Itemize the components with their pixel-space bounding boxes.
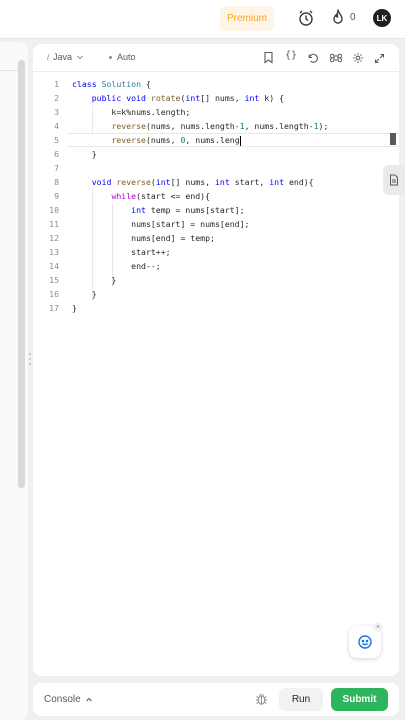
language-selector[interactable]: i Java	[47, 52, 84, 62]
settings-icon[interactable]	[352, 51, 364, 69]
code-line: 9 while(start <= end){	[54, 191, 211, 201]
code-line: 4 reverse(nums, nums.length-1, nums.leng…	[54, 121, 329, 131]
bookmark-icon[interactable]	[263, 51, 274, 69]
code-area[interactable]: 1 class Solution { 2 public void rotate(i…	[33, 77, 399, 315]
code-editor-panel: i Java Auto {} 1 class Solution { 2 publ…	[33, 44, 399, 676]
bug-icon[interactable]	[255, 692, 268, 711]
panel-resize-handle[interactable]	[29, 352, 31, 366]
code-line: 16 }	[49, 289, 97, 299]
braces-icon[interactable]: {}	[285, 50, 297, 61]
fire-icon[interactable]	[330, 8, 346, 32]
code-line: 12 nums[end] = temp;	[49, 233, 215, 243]
run-button[interactable]: Run	[279, 688, 323, 711]
code-line: 6 }	[54, 149, 97, 159]
code-line: 15 }	[49, 275, 117, 285]
code-line: 1 class Solution {	[54, 79, 151, 89]
code-line: 11 nums[start] = nums[end];	[49, 219, 250, 229]
code-line: 2 public void rotate(int[] nums, int k) …	[54, 93, 285, 103]
description-scrollbar[interactable]	[18, 60, 25, 488]
language-label: Java	[53, 52, 73, 62]
close-icon[interactable]: ×	[373, 622, 383, 632]
code-line: 17}	[49, 303, 77, 313]
bottom-action-bar: Console Run Submit	[33, 683, 399, 716]
submit-button[interactable]: Submit	[331, 688, 388, 711]
text-cursor	[239, 135, 241, 146]
premium-button[interactable]: Premium	[220, 6, 274, 31]
streak-count: 0	[350, 12, 356, 23]
chat-icon	[358, 635, 372, 649]
code-line: 7	[54, 163, 59, 173]
command-icon[interactable]	[329, 51, 343, 69]
reset-icon[interactable]	[307, 51, 319, 69]
top-bar: Premium 0 LK	[0, 0, 405, 39]
editor-toolbar: i Java Auto {}	[33, 44, 399, 72]
code-line-active: 5 reverse(nums, 0, nums.leng	[33, 133, 399, 147]
console-toggle[interactable]: Console	[44, 694, 93, 705]
mode-dot-icon	[109, 55, 112, 59]
mode-label: Auto	[117, 52, 136, 62]
scrollbar-position-marker[interactable]	[390, 133, 396, 145]
expand-icon[interactable]	[374, 51, 385, 69]
avatar[interactable]: LK	[373, 9, 391, 27]
code-line: 3 k=k%nums.length;	[54, 107, 191, 117]
code-line: 8 void reverse(int[] nums, int start, in…	[54, 177, 314, 187]
code-line: 14 end--;	[49, 261, 161, 271]
code-line: 10 int temp = nums[start];	[49, 205, 245, 215]
chevron-up-icon	[85, 697, 92, 701]
alarm-icon[interactable]	[297, 9, 315, 32]
info-icon: i	[47, 52, 49, 62]
auto-mode-toggle[interactable]: Auto	[109, 52, 136, 62]
console-label: Console	[44, 694, 81, 705]
chevron-down-icon	[77, 55, 83, 60]
code-line: 13 start++;	[49, 247, 171, 257]
document-icon	[390, 174, 398, 186]
notes-side-tab[interactable]	[383, 165, 405, 195]
